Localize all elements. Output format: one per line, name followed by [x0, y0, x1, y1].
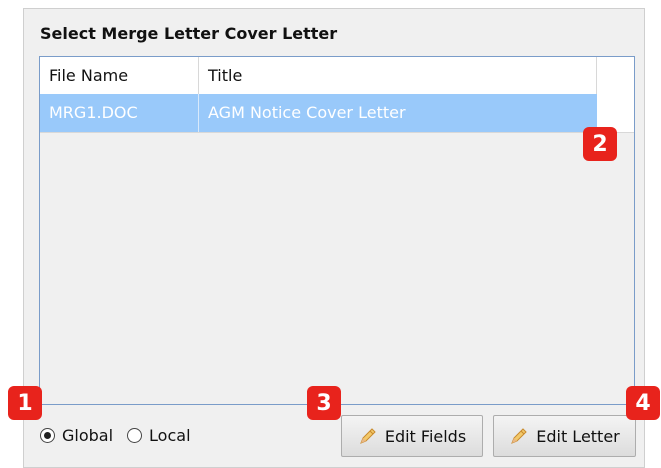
callout-badge-2: 2: [583, 127, 617, 161]
grid-header: File Name Title: [40, 57, 634, 95]
cell-file-name[interactable]: MRG1.DOC: [40, 94, 199, 132]
pencil-icon: [511, 428, 527, 444]
column-header-title[interactable]: Title: [199, 57, 597, 94]
cover-letter-grid[interactable]: File Name Title MRG1.DOC AGM Notice Cove…: [39, 56, 635, 405]
pencil-icon: [359, 428, 376, 444]
radio-global-label: Global: [62, 425, 114, 445]
row-divider: [40, 132, 634, 133]
callout-badge-4: 4: [626, 386, 660, 420]
edit-letter-button[interactable]: Edit Letter: [493, 415, 636, 457]
callout-badge-1: 1: [8, 386, 42, 420]
section-heading: Select Merge Letter Cover Letter: [40, 24, 338, 43]
callout-badge-3: 3: [307, 386, 341, 420]
radio-local-label: Local: [149, 425, 191, 445]
edit-fields-label: Edit Fields: [384, 426, 467, 446]
radio-global[interactable]: Global: [40, 426, 113, 445]
column-header-file-name[interactable]: File Name: [40, 57, 199, 94]
edit-fields-button[interactable]: Edit Fields: [341, 415, 483, 457]
table-row[interactable]: MRG1.DOC AGM Notice Cover Letter: [40, 94, 597, 132]
radio-global-indicator[interactable]: [40, 427, 55, 443]
cell-title[interactable]: AGM Notice Cover Letter: [199, 94, 597, 132]
scope-radio-group: Global Local: [40, 423, 205, 447]
column-header-filler: [597, 57, 634, 94]
radio-local[interactable]: Local: [127, 425, 191, 445]
radio-local-indicator[interactable]: [127, 427, 143, 443]
edit-letter-label: Edit Letter: [536, 426, 620, 446]
